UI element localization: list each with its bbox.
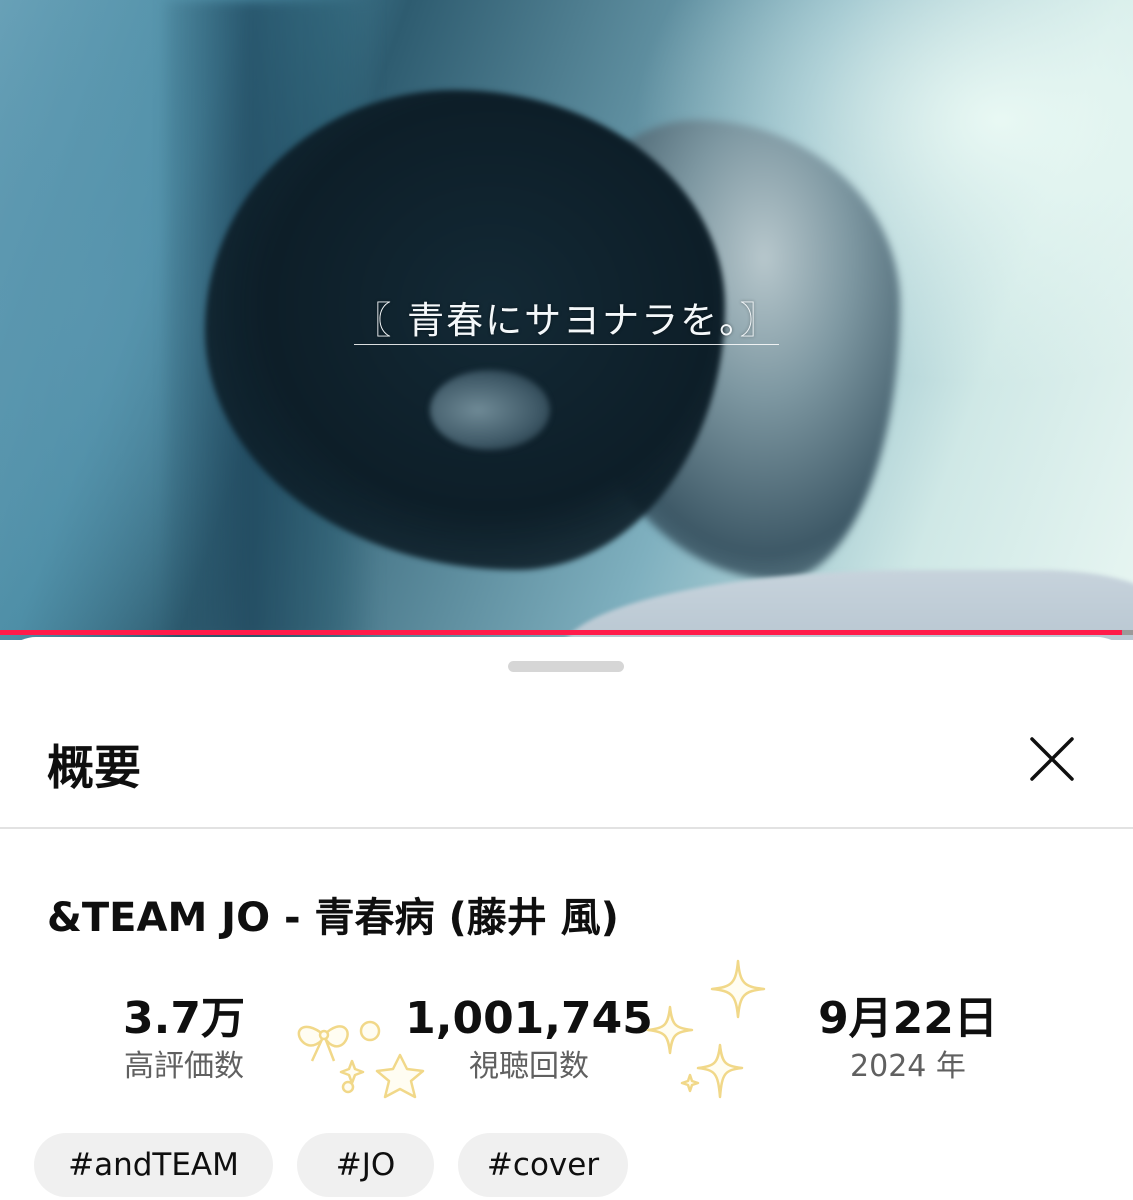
views-stat: 1,001,745 視聴回数 [399,993,659,1087]
views-count: 1,001,745 [405,993,653,1044]
close-button[interactable] [1022,729,1082,789]
video-player[interactable]: 〖 青春にサヨナラを。〗 [0,0,1133,640]
drag-handle[interactable] [508,661,624,672]
sparkle-sticker [646,959,766,1099]
date-stat: 9月22日 2024 年 [778,993,1038,1087]
sheet-title: 概要 [47,741,141,796]
hashtag-cover[interactable]: #cover [458,1133,628,1197]
hashtag-andteam[interactable]: #andTEAM [34,1133,273,1197]
video-subtitle: 〖 青春にサヨナラを。〗 [0,290,1133,345]
close-icon [1030,737,1074,781]
subtitle-text: 〖 青春にサヨナラを。〗 [354,299,779,345]
hashtag-jo[interactable]: #JO [297,1133,434,1197]
header-divider [0,827,1133,829]
likes-count: 3.7万 [123,993,245,1044]
likes-label: 高評価数 [124,1049,244,1084]
views-label: 視聴回数 [469,1049,589,1084]
video-subject-ear [430,370,550,450]
likes-stat: 3.7万 高評価数 [54,993,314,1087]
publish-date: 9月22日 [818,993,998,1044]
publish-year: 2024 年 [850,1049,966,1084]
video-title: &TEAM JO - 青春病 (藤井 風) [47,895,619,941]
progress-bar-fill [0,630,1122,635]
description-sheet: 概要 &TEAM JO - 青春病 (藤井 風) 3.7万 高評価数 1,001… [0,637,1133,1200]
progress-bar[interactable] [0,630,1133,635]
